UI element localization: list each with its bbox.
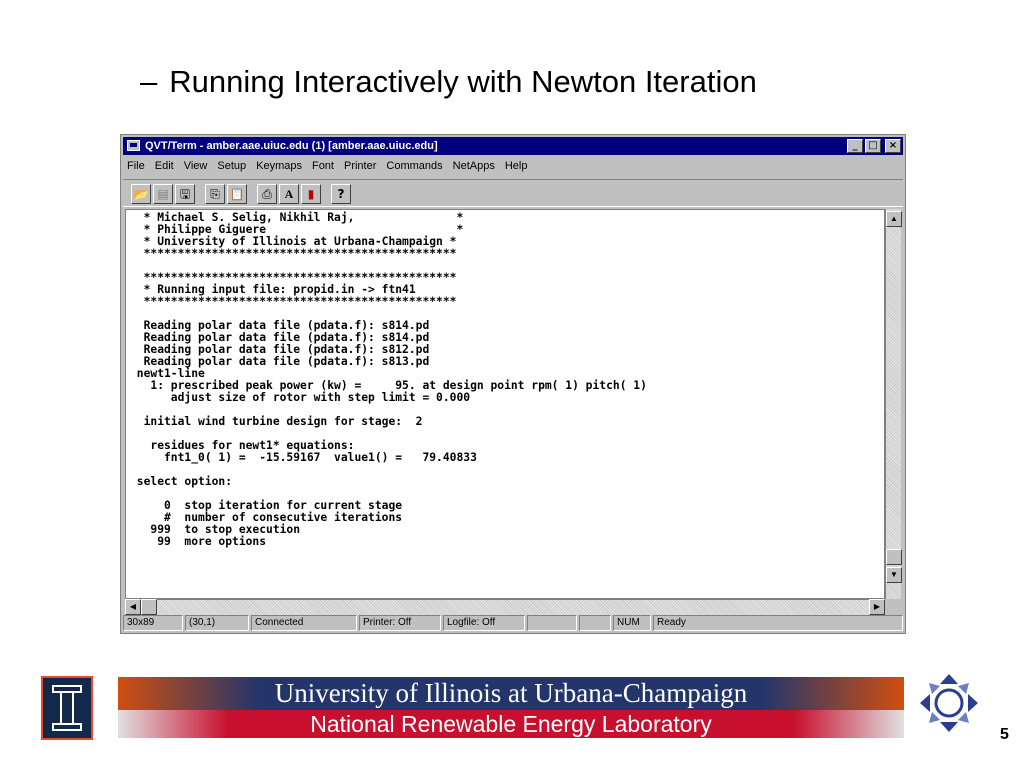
maximize-button[interactable]: □ — [865, 139, 881, 153]
disabled-tool-icon[interactable]: ▤ — [153, 184, 173, 204]
menu-setup[interactable]: Setup — [217, 157, 246, 175]
menu-printer[interactable]: Printer — [344, 157, 376, 175]
nrel-logo-icon — [920, 674, 978, 732]
menu-font[interactable]: Font — [312, 157, 334, 175]
scroll-left-button[interactable]: ◀ — [125, 599, 141, 615]
open-folder-icon[interactable]: 📂 — [131, 184, 151, 204]
scroll-down-button[interactable]: ▼ — [886, 567, 902, 583]
toolbar: 📂 ▤ 🖫 ⎘ 📋 ⎙ A ▮ ? — [123, 179, 903, 207]
minimize-button[interactable]: _ — [847, 139, 863, 153]
menu-file[interactable]: File — [127, 157, 145, 175]
page-number: 5 — [1000, 726, 1009, 743]
horizontal-scrollbar[interactable]: ◀ ▶ — [125, 599, 885, 615]
scroll-up-button[interactable]: ▲ — [886, 211, 902, 227]
lab-banner: National Renewable Energy Laboratory — [118, 710, 904, 738]
save-icon[interactable]: 🖫 — [175, 184, 195, 204]
terminal-app-icon[interactable] — [127, 140, 140, 151]
title-text: Running Interactively with Newton Iterat… — [169, 64, 757, 99]
terminal-window: QVT/Term - amber.aae.uiuc.edu (1) [amber… — [120, 134, 906, 634]
menu-view[interactable]: View — [184, 157, 208, 175]
status-logfile: Logfile: Off — [443, 615, 525, 631]
paste-icon[interactable]: 📋 — [227, 184, 247, 204]
menu-netapps[interactable]: NetApps — [453, 157, 495, 175]
illinois-logo — [41, 676, 93, 740]
status-connection: Connected — [251, 615, 357, 631]
status-printer: Printer: Off — [359, 615, 441, 631]
menu-commands[interactable]: Commands — [386, 157, 442, 175]
copy-icon[interactable]: ⎘ — [205, 184, 225, 204]
status-size: 30x89 — [123, 615, 183, 631]
menu-edit[interactable]: Edit — [155, 157, 174, 175]
close-button[interactable]: × — [885, 139, 901, 153]
font-icon[interactable]: A — [279, 184, 299, 204]
status-num: NUM — [613, 615, 651, 631]
illinois-i-icon — [52, 685, 82, 731]
window-controls: _ □ × — [847, 139, 901, 153]
menu-keymaps[interactable]: Keymaps — [256, 157, 302, 175]
vertical-scroll-thumb[interactable] — [886, 549, 902, 565]
title-dash: – — [140, 64, 158, 99]
status-bar: 30x89 (30,1) Connected Printer: Off Logf… — [123, 615, 903, 631]
scroll-right-button[interactable]: ▶ — [869, 599, 885, 615]
horizontal-scroll-thumb[interactable] — [141, 599, 157, 615]
help-icon[interactable]: ? — [331, 184, 351, 204]
status-blank-1 — [527, 615, 577, 631]
slide-title: – Running Interactively with Newton Itera… — [140, 64, 757, 100]
color-icon[interactable]: ▮ — [301, 184, 321, 204]
university-banner: University of Illinois at Urbana-Champai… — [118, 677, 904, 710]
print-icon[interactable]: ⎙ — [257, 184, 277, 204]
status-cursor: (30,1) — [185, 615, 249, 631]
menu-bar: File Edit View Setup Keymaps Font Printe… — [123, 157, 903, 175]
terminal-screen[interactable]: * Michael S. Selig, Nikhil Raj, * * Phil… — [125, 209, 885, 599]
menu-help[interactable]: Help — [505, 157, 528, 175]
window-titlebar[interactable]: QVT/Term - amber.aae.uiuc.edu (1) [amber… — [123, 137, 903, 155]
status-ready: Ready — [653, 615, 903, 631]
terminal-output: * Michael S. Selig, Nikhil Raj, * * Phil… — [136, 211, 647, 548]
window-title: QVT/Term - amber.aae.uiuc.edu (1) [amber… — [145, 140, 438, 152]
vertical-scrollbar[interactable]: ▲ ▼ — [885, 209, 902, 599]
status-blank-2 — [579, 615, 611, 631]
